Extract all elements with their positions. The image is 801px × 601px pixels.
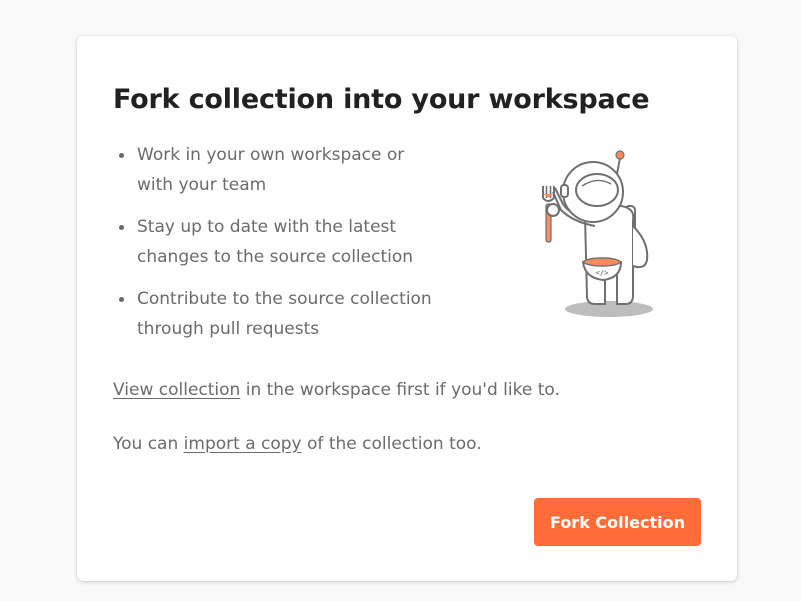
view-collection-link[interactable]: View collection (113, 380, 240, 400)
feature-item: Contribute to the source collection thro… (113, 284, 453, 344)
fork-collection-dialog: Fork collection into your workspace Work… (77, 36, 737, 581)
bullet-icon (119, 225, 124, 230)
bullet-icon (119, 297, 124, 302)
import-copy-text: You can import a copy of the collection … (113, 434, 482, 454)
view-collection-text: View collection in the workspace first i… (113, 380, 560, 400)
feature-text: Work in your own workspace or (137, 145, 405, 165)
import-copy-link[interactable]: import a copy (184, 434, 302, 454)
feature-text: Contribute to the source collection (137, 289, 432, 309)
dialog-title: Fork collection into your workspace (113, 84, 650, 115)
view-collection-suffix: in the workspace first if you'd like to. (240, 380, 560, 400)
feature-item: Work in your own workspace or with your … (113, 140, 453, 200)
astronaut-illustration-icon: </> (542, 150, 653, 317)
svg-text:</>: </> (596, 269, 609, 277)
import-copy-prefix: You can (113, 434, 184, 454)
feature-text: Stay up to date with the latest (137, 217, 397, 237)
bullet-icon (119, 153, 124, 158)
import-copy-suffix: of the collection too. (301, 434, 482, 454)
feature-text: changes to the source collection (137, 247, 414, 267)
fork-collection-button[interactable]: Fork Collection (534, 498, 701, 546)
feature-text: through pull requests (137, 319, 320, 339)
feature-list: Work in your own workspace or with your … (113, 140, 453, 356)
feature-item: Stay up to date with the latest changes … (113, 212, 453, 272)
feature-text: with your team (137, 175, 267, 195)
